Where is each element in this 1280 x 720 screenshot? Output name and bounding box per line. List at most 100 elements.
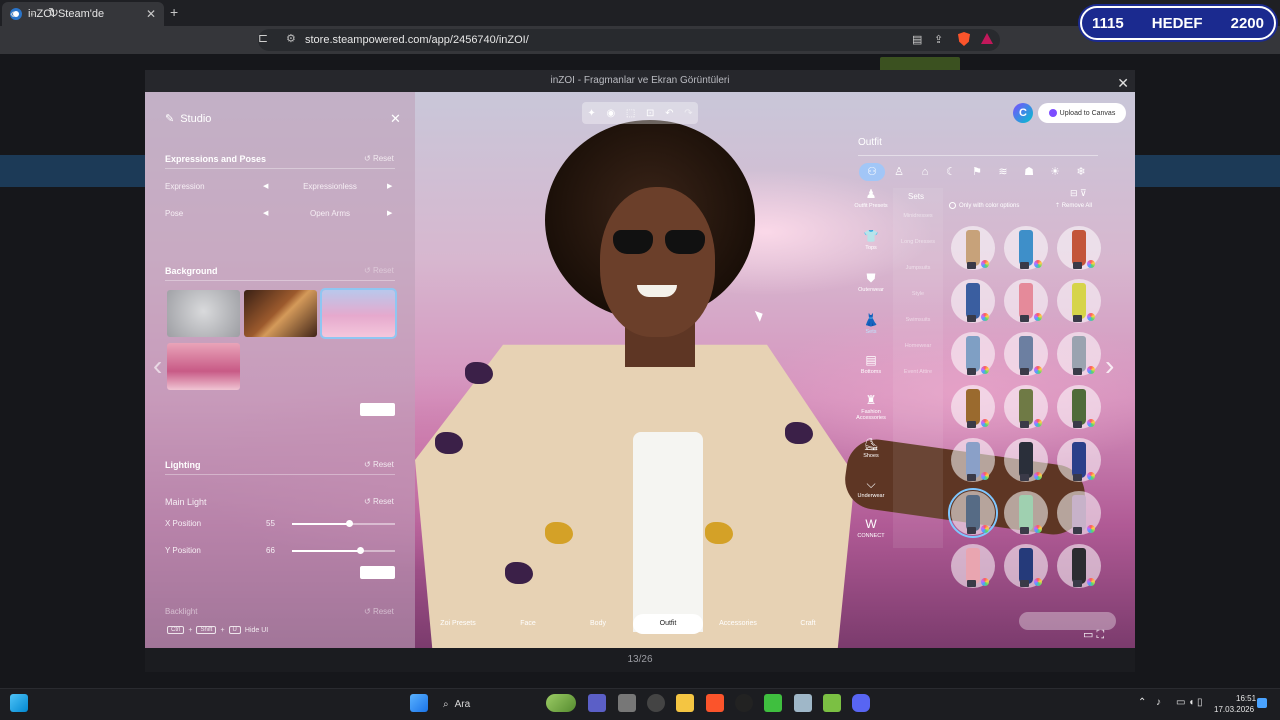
outfit-item[interactable] (1057, 226, 1101, 270)
redo-icon[interactable]: ↷ (684, 108, 692, 119)
outfit-item[interactable] (1004, 226, 1048, 270)
clock-date[interactable]: 17.03.2026 (1214, 705, 1254, 714)
browser-tab[interactable]: inZOI Steam'de ✕ (2, 2, 164, 26)
tab-face[interactable]: Face (493, 614, 563, 634)
notification-icon[interactable] (1257, 698, 1267, 708)
category-winter-icon[interactable]: ❄ (1070, 163, 1092, 181)
reader-icon[interactable]: ▤ (912, 33, 922, 46)
x-position-knob[interactable] (345, 520, 353, 527)
category-hat-icon[interactable]: ⌂ (914, 163, 936, 181)
tab-zoi-presets[interactable]: Zoi Presets (423, 614, 493, 634)
modal-close-icon[interactable]: ✕ (1117, 72, 1129, 94)
outfit-item[interactable] (951, 438, 995, 482)
camera-icon[interactable]: ◉ (606, 108, 615, 119)
prev-screenshot-icon[interactable]: ‹ (153, 350, 162, 382)
new-tab-button[interactable]: + (170, 4, 178, 20)
main-light-reset-button[interactable]: ↺ Reset (364, 497, 394, 506)
sub-item-minidresses[interactable]: Minidresses (895, 213, 941, 219)
outfit-item[interactable] (1004, 544, 1048, 588)
outfit-item[interactable] (1057, 491, 1101, 535)
category-top-icon[interactable]: ♙ (888, 163, 910, 181)
y-position-knob[interactable] (356, 547, 364, 554)
y-position-slider[interactable] (292, 547, 395, 554)
brave-rewards-icon[interactable] (981, 33, 993, 44)
studio-close-icon[interactable]: ✕ (390, 111, 401, 127)
background-thumb-pink-room[interactable] (167, 343, 240, 390)
outfit-item[interactable] (1004, 279, 1048, 323)
category-summer-icon[interactable]: ☀ (1044, 163, 1066, 181)
lighting-reset-button[interactable]: ↺ Reset (364, 460, 394, 469)
background-thumb-studio[interactable] (167, 290, 240, 337)
outfit-item[interactable] (1004, 385, 1048, 429)
color-options-toggle[interactable]: Only with color options (949, 202, 1019, 209)
sub-item-event-attire[interactable]: Event Attire (895, 369, 941, 375)
background-thumb-room[interactable] (244, 290, 317, 337)
sub-item-style[interactable]: Style (895, 291, 941, 297)
photos-icon[interactable] (794, 694, 812, 712)
bookmark-icon[interactable]: ⊏ (258, 31, 268, 45)
outfit-item[interactable] (951, 385, 995, 429)
background-apply-button[interactable] (360, 403, 395, 416)
site-info-icon[interactable]: ⚙ (286, 32, 296, 45)
pose-prev-icon[interactable]: ◀ (263, 209, 268, 217)
taskbar-search[interactable]: ⌕ Ara (437, 694, 537, 714)
outfit-item[interactable] (1057, 279, 1101, 323)
forward-icon[interactable]: › (30, 5, 35, 21)
tab-craft[interactable]: Craft (773, 614, 843, 634)
outfit-item[interactable] (951, 544, 995, 588)
background-reset-button[interactable]: ↺ Reset (364, 266, 394, 275)
canva-icon[interactable]: C (1013, 103, 1033, 123)
side-nav-shoes[interactable]: ⛸ Shoes (850, 437, 892, 459)
outfit-item[interactable] (951, 226, 995, 270)
expressions-reset-button[interactable]: ↺ Reset (364, 154, 394, 163)
side-nav-tops[interactable]: 👕 Tops (850, 229, 892, 251)
outfit-item[interactable] (1004, 491, 1048, 535)
category-all-icon[interactable]: ⚇ (859, 163, 885, 181)
outfit-item[interactable] (1004, 332, 1048, 376)
sub-item-long-dresses[interactable]: Long Dresses (895, 239, 941, 245)
side-nav-bottoms[interactable]: ▤ Bottoms (850, 353, 892, 375)
outfit-item[interactable] (1057, 544, 1101, 588)
category-swim-icon[interactable]: ≋ (992, 163, 1014, 181)
app-icon[interactable] (735, 694, 753, 712)
undo-icon[interactable]: ↶ (665, 108, 673, 119)
side-nav-outfit-presets[interactable]: ♟ Outfit Presets (850, 187, 892, 209)
outfit-item[interactable] (1004, 438, 1048, 482)
app-icon[interactable] (823, 694, 841, 712)
side-nav-underwear[interactable]: ⌵ Underwear (850, 477, 892, 499)
background-thumb-clouds[interactable] (320, 288, 397, 339)
outfit-item[interactable] (1057, 385, 1101, 429)
view-icons[interactable]: ▭ ⛶ (1083, 628, 1104, 642)
outfit-item-selected[interactable] (948, 488, 998, 538)
outfit-item[interactable] (951, 332, 995, 376)
tab-accessories[interactable]: Accessories (703, 614, 773, 634)
sub-item-swimsuits[interactable]: Swimsuits (895, 317, 941, 323)
tray-chevron-icon[interactable]: ⌃ (1138, 697, 1146, 708)
backlight-reset-button[interactable]: ↺ Reset (364, 607, 394, 616)
clock-time[interactable]: 16:51 (1236, 694, 1256, 703)
widgets-icon[interactable] (546, 694, 576, 712)
file-explorer-icon[interactable] (676, 694, 694, 712)
tab-body[interactable]: Body (563, 614, 633, 634)
sub-item-homewear[interactable]: Homewear (895, 343, 941, 349)
lighting-apply-button[interactable] (360, 566, 395, 579)
filter-icons[interactable]: ⊟ ⊽ (1070, 188, 1087, 199)
sub-item-jumpsuits[interactable]: Jumpsuits (895, 265, 941, 271)
upload-to-canvas-button[interactable]: Upload to Canvas (1038, 103, 1126, 123)
mic-icon[interactable]: ♪ (1156, 697, 1161, 708)
side-nav-fashion-accessories[interactable]: ♜ Fashion Accessories (850, 393, 892, 421)
tab-outfit[interactable]: Outfit (633, 614, 703, 634)
discord-icon[interactable] (852, 694, 870, 712)
frame-icon[interactable]: ⬚ (626, 108, 635, 119)
side-nav-connect[interactable]: W CONNECT (850, 517, 892, 539)
url-text[interactable]: store.steampowered.com/app/2456740/inZOI… (305, 34, 529, 46)
teams-icon[interactable] (588, 694, 606, 712)
category-pet-icon[interactable]: ☗ (1018, 163, 1040, 181)
app-icon[interactable] (647, 694, 665, 712)
expression-next-icon[interactable]: ▶ (387, 182, 392, 190)
magic-icon[interactable]: ✦ (587, 108, 595, 119)
windows-start-icon[interactable] (410, 694, 428, 712)
x-position-slider[interactable] (292, 520, 395, 527)
category-sport-icon[interactable]: ⚑ (966, 163, 988, 181)
reload-icon[interactable]: ↻ (48, 5, 59, 21)
